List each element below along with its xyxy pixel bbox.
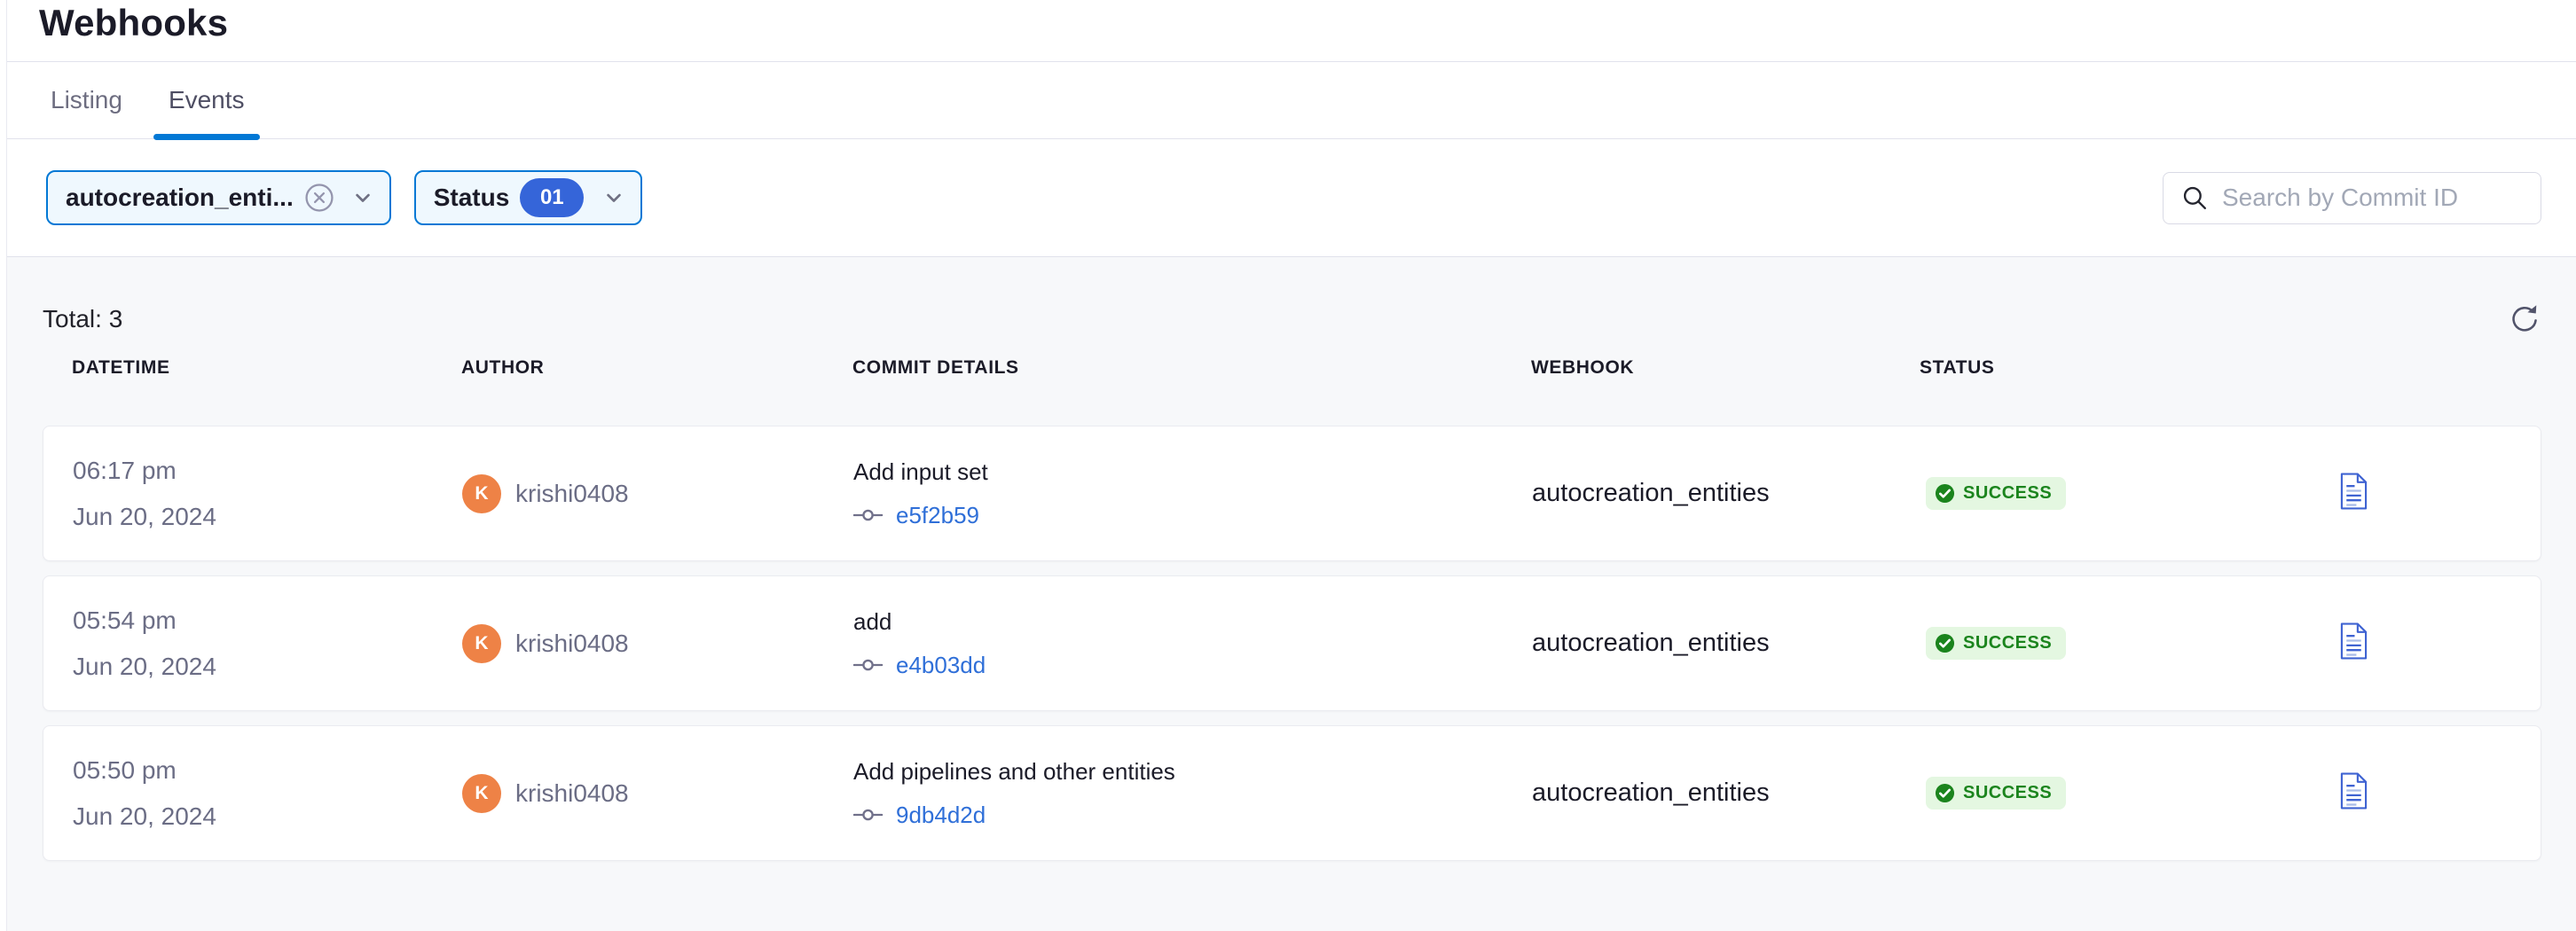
total-count-label: Total: 3: [43, 305, 122, 333]
table-header: DATETIME AUTHOR COMMIT DETAILS WEBHOOK S…: [43, 350, 2541, 386]
status-filter-chip[interactable]: Status 01: [414, 170, 643, 225]
payload-file-icon[interactable]: [2339, 771, 2368, 810]
event-time: 05:54 pm: [73, 598, 462, 644]
status-filter-count-badge: 01: [520, 178, 584, 217]
payload-file-icon[interactable]: [2339, 622, 2368, 661]
page-title: Webhooks: [39, 2, 228, 44]
event-author: K krishi0408: [462, 774, 853, 813]
commit-id-link[interactable]: 9db4d2d: [896, 802, 986, 829]
event-datetime: 06:17 pm Jun 20, 2024: [73, 448, 462, 540]
status-filter-label: Status: [434, 184, 510, 212]
search-input[interactable]: [2222, 184, 2542, 212]
check-circle-icon: [1935, 783, 1955, 803]
event-author: K krishi0408: [462, 624, 853, 663]
git-commit-icon: [853, 807, 884, 823]
events-panel: Total: 3 DATETIME AUTHOR COMMIT DETAILS …: [0, 257, 2576, 931]
status-label: SUCCESS: [1963, 633, 2052, 653]
event-row: 05:54 pm Jun 20, 2024 K krishi0408 add: [43, 575, 2541, 711]
status-badge: SUCCESS: [1926, 777, 2066, 810]
circle-x-icon[interactable]: [304, 183, 334, 213]
author-name: krishi0408: [515, 630, 629, 658]
event-row: 06:17 pm Jun 20, 2024 K krishi0408 Add i…: [43, 426, 2541, 561]
commit-message: Add pipelines and other entities: [853, 758, 1532, 786]
refresh-icon[interactable]: [2508, 302, 2541, 336]
status-label: SUCCESS: [1963, 783, 2052, 803]
author-name: krishi0408: [515, 779, 629, 808]
commit-id-link[interactable]: e4b03dd: [896, 652, 986, 679]
search-icon: [2181, 184, 2208, 211]
git-commit-icon: [853, 507, 884, 523]
event-datetime: 05:54 pm Jun 20, 2024: [73, 598, 462, 690]
commit-id-link[interactable]: e5f2b59: [896, 502, 979, 529]
check-circle-icon: [1935, 633, 1955, 653]
event-time: 06:17 pm: [73, 448, 462, 494]
event-date: Jun 20, 2024: [73, 644, 462, 690]
commit-message: add: [853, 608, 1532, 636]
col-status: STATUS: [1920, 357, 2266, 379]
avatar: K: [462, 774, 501, 813]
search-box: [2163, 172, 2541, 224]
avatar: K: [462, 474, 501, 513]
commit-details: add e4b03dd: [853, 608, 1532, 679]
filter-row: autocreation_enti... Status 01: [0, 139, 2576, 257]
avatar: K: [462, 624, 501, 663]
content-left-border: [0, 0, 7, 931]
webhook-name: autocreation_entities: [1532, 479, 1920, 508]
status-label: SUCCESS: [1963, 483, 2052, 504]
event-date: Jun 20, 2024: [73, 794, 462, 840]
col-webhook: WEBHOOK: [1531, 357, 1920, 379]
tab-bar: Listing Events: [0, 62, 2576, 139]
status-badge: SUCCESS: [1926, 627, 2066, 660]
col-commit-details: COMMIT DETAILS: [852, 357, 1531, 379]
col-author: AUTHOR: [461, 357, 852, 379]
event-row: 05:50 pm Jun 20, 2024 K krishi0408 Add p…: [43, 725, 2541, 861]
event-datetime: 05:50 pm Jun 20, 2024: [73, 747, 462, 840]
author-name: krishi0408: [515, 480, 629, 508]
payload-file-icon[interactable]: [2339, 472, 2368, 511]
webhook-filter-label: autocreation_enti...: [66, 184, 294, 212]
commit-details: Add input set e5f2b59: [853, 458, 1532, 529]
webhook-name: autocreation_entities: [1532, 629, 1920, 658]
col-datetime: DATETIME: [72, 357, 461, 379]
webhook-name: autocreation_entities: [1532, 778, 1920, 808]
event-rows: 06:17 pm Jun 20, 2024 K krishi0408 Add i…: [43, 426, 2541, 861]
event-date: Jun 20, 2024: [73, 494, 462, 540]
git-commit-icon: [853, 657, 884, 673]
page-header: Webhooks: [0, 0, 2576, 62]
chevron-down-icon: [350, 185, 375, 210]
event-time: 05:50 pm: [73, 747, 462, 794]
tab-events[interactable]: Events: [153, 62, 260, 138]
chevron-down-icon: [601, 185, 626, 210]
event-author: K krishi0408: [462, 474, 853, 513]
check-circle-icon: [1935, 483, 1955, 504]
status-badge: SUCCESS: [1926, 477, 2066, 510]
commit-details: Add pipelines and other entities 9db4d2d: [853, 758, 1532, 829]
tab-listing[interactable]: Listing: [35, 62, 137, 138]
webhook-filter-chip[interactable]: autocreation_enti...: [46, 170, 391, 225]
commit-message: Add input set: [853, 458, 1532, 486]
